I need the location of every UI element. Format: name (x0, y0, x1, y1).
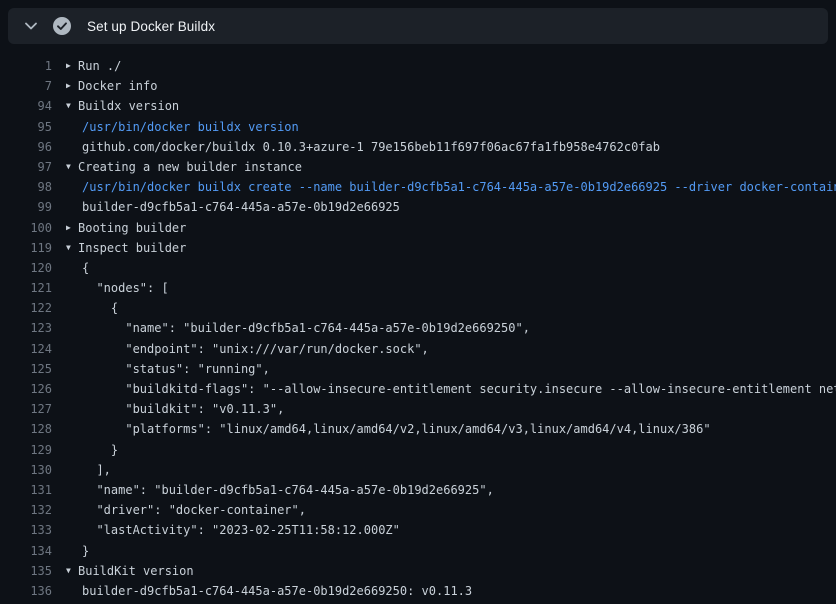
log-line-output: 96 github.com/docker/buildx 0.10.3+azure… (0, 137, 836, 157)
line-number[interactable]: 125 (0, 359, 52, 379)
log-line-text: builder-d9cfb5a1-c764-445a-a57e-0b19d2e6… (82, 197, 400, 217)
check-circle-icon (53, 17, 71, 35)
log-line-text: /usr/bin/docker buildx create --name bui… (82, 177, 836, 197)
log-line-output: 122 { (0, 298, 836, 318)
log-line-text: Docker info (78, 76, 157, 96)
log-line-text: Inspect builder (78, 238, 186, 258)
group-arrow-icon[interactable]: ▼ (66, 238, 78, 258)
log-line-output: 136 builder-d9cfb5a1-c764-445a-a57e-0b19… (0, 581, 836, 601)
line-number[interactable]: 7 (0, 76, 52, 96)
line-number[interactable]: 135 (0, 561, 52, 581)
log-line-text: github.com/docker/buildx 0.10.3+azure-1 … (82, 137, 660, 157)
log-group-header[interactable]: 94 ▼ Buildx version (0, 96, 836, 116)
log-line-text: Buildx version (78, 96, 179, 116)
line-number[interactable]: 134 (0, 541, 52, 561)
group-arrow-icon[interactable]: ▼ (66, 561, 78, 581)
log-group-header[interactable]: 7 ▶ Docker info (0, 76, 836, 96)
step-header[interactable]: Set up Docker Buildx (8, 8, 828, 44)
log-line-text: ], (82, 460, 111, 480)
log-line-output: 125 "status": "running", (0, 359, 836, 379)
log-group-header[interactable]: 1 ▶ Run ./ (0, 56, 836, 76)
line-number[interactable]: 136 (0, 581, 52, 601)
line-number[interactable]: 95 (0, 117, 52, 137)
log-group-header[interactable]: 100 ▶ Booting builder (0, 218, 836, 238)
log-line-output: 123 "name": "builder-d9cfb5a1-c764-445a-… (0, 318, 836, 338)
line-number[interactable]: 132 (0, 500, 52, 520)
log-line-text: /usr/bin/docker buildx version (82, 117, 299, 137)
log-line-output: 132 "driver": "docker-container", (0, 500, 836, 520)
group-arrow-icon[interactable]: ▶ (66, 76, 78, 96)
line-number[interactable]: 129 (0, 440, 52, 460)
log-line-text: "endpoint": "unix:///var/run/docker.sock… (82, 339, 429, 359)
log-group-header[interactable]: 135 ▼ BuildKit version (0, 561, 836, 581)
log-group-header[interactable]: 97 ▼ Creating a new builder instance (0, 157, 836, 177)
log-line-text: builder-d9cfb5a1-c764-445a-a57e-0b19d2e6… (82, 581, 472, 601)
line-number[interactable]: 120 (0, 258, 52, 278)
group-arrow-icon[interactable]: ▶ (66, 218, 78, 238)
log-line-text: } (82, 541, 89, 561)
log-line-output: 133 "lastActivity": "2023-02-25T11:58:12… (0, 520, 836, 540)
log-line-output: 134 } (0, 541, 836, 561)
line-number[interactable]: 130 (0, 460, 52, 480)
log-viewer: 1 ▶ Run ./ 7 ▶ Docker info 94 ▼ Buildx v… (0, 56, 836, 601)
line-number[interactable]: 94 (0, 96, 52, 116)
log-line-text: "platforms": "linux/amd64,linux/amd64/v2… (82, 419, 711, 439)
log-line-text: } (82, 440, 118, 460)
log-line-output: 120 { (0, 258, 836, 278)
log-line-output: 127 "buildkit": "v0.11.3", (0, 399, 836, 419)
log-line-output: 128 "platforms": "linux/amd64,linux/amd6… (0, 419, 836, 439)
log-line-text: "lastActivity": "2023-02-25T11:58:12.000… (82, 520, 400, 540)
log-line-text: Run ./ (78, 56, 121, 76)
group-arrow-icon[interactable]: ▼ (66, 96, 78, 116)
step-title: Set up Docker Buildx (87, 19, 215, 34)
chevron-down-icon[interactable] (24, 19, 38, 33)
line-number[interactable]: 119 (0, 238, 52, 258)
line-number[interactable]: 128 (0, 419, 52, 439)
group-arrow-icon[interactable]: ▶ (66, 56, 78, 76)
log-line-text: Creating a new builder instance (78, 157, 302, 177)
log-line-text: { (82, 298, 118, 318)
log-line-text: { (82, 258, 89, 278)
log-line-text: "name": "builder-d9cfb5a1-c764-445a-a57e… (82, 318, 530, 338)
line-number[interactable]: 99 (0, 197, 52, 217)
log-line-text: Booting builder (78, 218, 186, 238)
line-number[interactable]: 96 (0, 137, 52, 157)
log-line-output: 99 builder-d9cfb5a1-c764-445a-a57e-0b19d… (0, 197, 836, 217)
log-line-text: "status": "running", (82, 359, 270, 379)
line-number[interactable]: 121 (0, 278, 52, 298)
log-line-text: "driver": "docker-container", (82, 500, 306, 520)
line-number[interactable]: 131 (0, 480, 52, 500)
log-line-output: 129 } (0, 440, 836, 460)
log-line-output: 131 "name": "builder-d9cfb5a1-c764-445a-… (0, 480, 836, 500)
log-line-output: 126 "buildkitd-flags": "--allow-insecure… (0, 379, 836, 399)
log-line-output: 124 "endpoint": "unix:///var/run/docker.… (0, 339, 836, 359)
line-number[interactable]: 127 (0, 399, 52, 419)
log-line-text: "nodes": [ (82, 278, 169, 298)
log-line-command: 98 /usr/bin/docker buildx create --name … (0, 177, 836, 197)
log-line-text: BuildKit version (78, 561, 194, 581)
log-group-header[interactable]: 119 ▼ Inspect builder (0, 238, 836, 258)
log-line-output: 121 "nodes": [ (0, 278, 836, 298)
line-number[interactable]: 97 (0, 157, 52, 177)
line-number[interactable]: 124 (0, 339, 52, 359)
line-number[interactable]: 126 (0, 379, 52, 399)
log-line-output: 130 ], (0, 460, 836, 480)
log-line-command: 95 /usr/bin/docker buildx version (0, 117, 836, 137)
line-number[interactable]: 100 (0, 218, 52, 238)
log-line-text: "buildkit": "v0.11.3", (82, 399, 284, 419)
group-arrow-icon[interactable]: ▼ (66, 157, 78, 177)
line-number[interactable]: 133 (0, 520, 52, 540)
line-number[interactable]: 98 (0, 177, 52, 197)
line-number[interactable]: 1 (0, 56, 52, 76)
line-number[interactable]: 122 (0, 298, 52, 318)
log-line-text: "buildkitd-flags": "--allow-insecure-ent… (82, 379, 836, 399)
line-number[interactable]: 123 (0, 318, 52, 338)
log-line-text: "name": "builder-d9cfb5a1-c764-445a-a57e… (82, 480, 494, 500)
